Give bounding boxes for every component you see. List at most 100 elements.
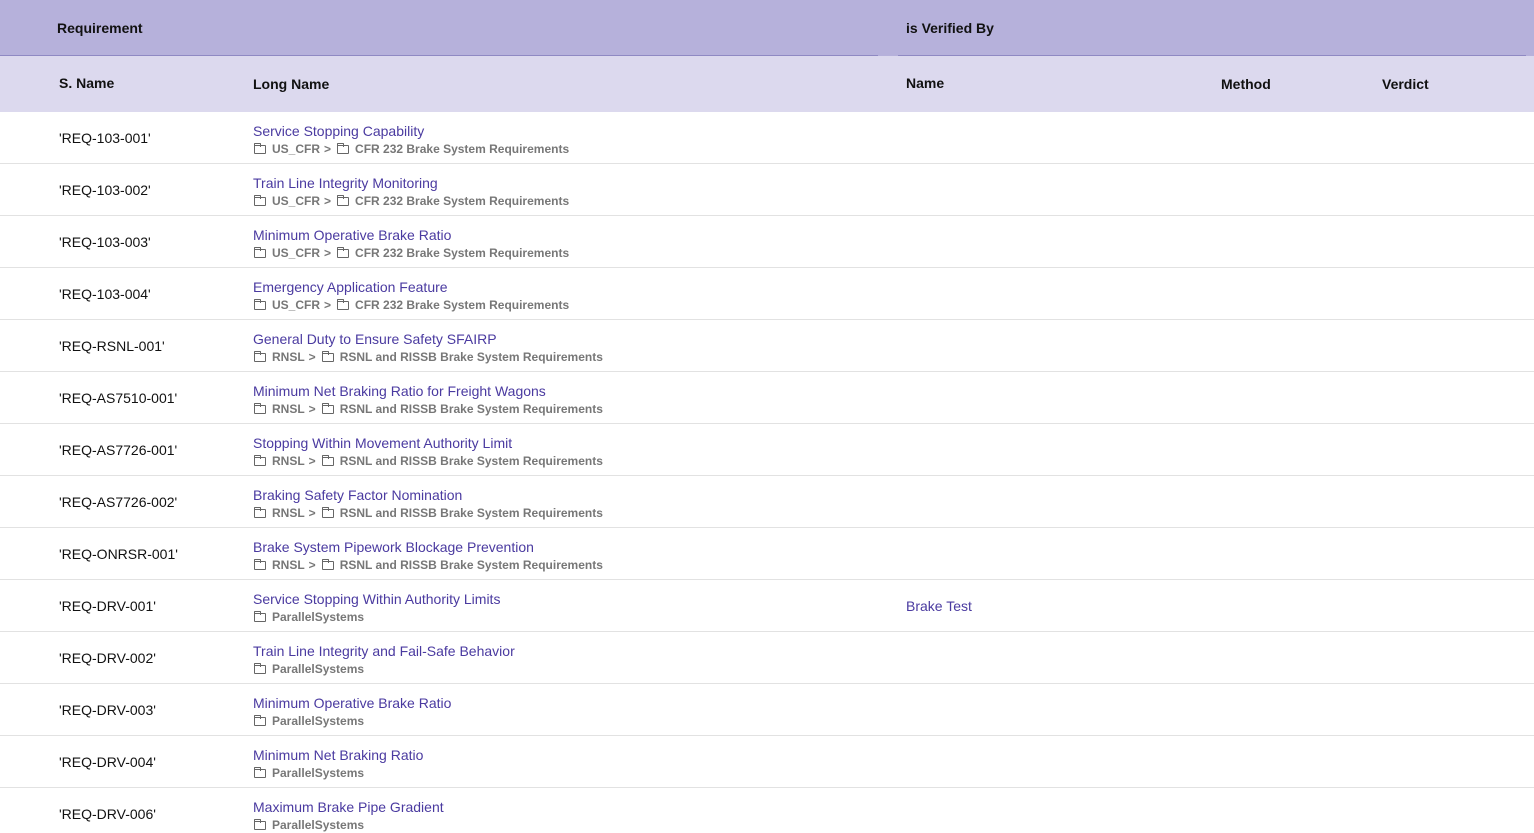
- folder-icon: [253, 506, 266, 518]
- column-header-name[interactable]: Name: [906, 75, 944, 91]
- column-header-long-name[interactable]: Long Name: [253, 76, 329, 92]
- requirement-short-name: 'REQ-103-004': [59, 286, 151, 302]
- path-separator: >: [308, 402, 316, 416]
- folder-icon: [253, 610, 266, 622]
- requirement-folder-path: US_CFR > CFR 232 Brake System Requirements: [253, 246, 570, 260]
- folder-icon: [253, 766, 266, 778]
- path-segment: RNSL: [272, 402, 305, 416]
- path-segment: ParallelSystems: [272, 818, 365, 832]
- table-row[interactable]: 'REQ-DRV-004' Minimum Net Braking Ratio Pa…: [0, 736, 1534, 788]
- requirement-long-name-link[interactable]: Emergency Application Feature: [253, 279, 448, 295]
- path-segment: ParallelSystems: [272, 662, 365, 676]
- path-segment: RNSL: [272, 506, 305, 520]
- path-segment: RSNL and RISSB Brake System Requirements: [339, 506, 603, 520]
- requirement-short-name: 'REQ-103-003': [59, 234, 151, 250]
- folder-icon: [321, 506, 334, 518]
- requirement-folder-path: RNSL > RSNL and RISSB Brake System Require…: [253, 350, 603, 364]
- table-row[interactable]: 'REQ-AS7510-001' Minimum Net Braking Rati…: [0, 372, 1534, 424]
- requirement-short-name: 'REQ-103-002': [59, 182, 151, 198]
- table-row[interactable]: 'REQ-103-001' Service Stopping Capability…: [0, 112, 1534, 164]
- requirement-short-name: 'REQ-ONRSR-001': [59, 546, 178, 562]
- path-segment: ParallelSystems: [272, 766, 365, 780]
- folder-icon: [321, 558, 334, 570]
- path-separator: >: [308, 506, 316, 520]
- requirement-folder-path: RNSL > RSNL and RISSB Brake System Require…: [253, 454, 603, 468]
- requirement-long-name-link[interactable]: Minimum Operative Brake Ratio: [253, 227, 451, 243]
- path-segment: CFR 232 Brake System Requirements: [355, 298, 570, 312]
- path-separator: >: [324, 298, 332, 312]
- table-row[interactable]: 'REQ-103-003' Minimum Operative Brake Rat…: [0, 216, 1534, 268]
- requirement-short-name: 'REQ-RSNL-001': [59, 338, 165, 354]
- path-separator: >: [324, 194, 332, 208]
- path-segment: RSNL and RISSB Brake System Requirements: [339, 454, 603, 468]
- requirement-folder-path: US_CFR > CFR 232 Brake System Requirements: [253, 142, 569, 156]
- requirement-long-name-link[interactable]: Maximum Brake Pipe Gradient: [253, 799, 444, 815]
- requirement-short-name: 'REQ-DRV-001': [59, 598, 156, 614]
- table-row[interactable]: 'REQ-DRV-006' Maximum Brake Pipe Gradient…: [0, 788, 1534, 833]
- requirement-long-name-link[interactable]: Brake System Pipework Blockage Preventio…: [253, 539, 534, 555]
- requirement-short-name: 'REQ-AS7726-001': [59, 442, 178, 458]
- table-row[interactable]: 'REQ-RSNL-001' General Duty to Ensure Saf…: [0, 320, 1534, 372]
- path-segment: CFR 232 Brake System Requirements: [355, 246, 570, 260]
- requirement-long-name-link[interactable]: Stopping Within Movement Authority Limit: [253, 435, 512, 451]
- requirement-short-name: 'REQ-103-001': [59, 130, 151, 146]
- requirement-folder-path: US_CFR > CFR 232 Brake System Requirements: [253, 298, 570, 312]
- requirement-long-name-link[interactable]: Service Stopping Capability: [253, 123, 424, 139]
- column-header-method[interactable]: Method: [1221, 76, 1271, 92]
- requirement-folder-path: ParallelSystems: [253, 662, 365, 676]
- path-segment: RNSL: [272, 454, 305, 468]
- requirement-long-name-link[interactable]: Service Stopping Within Authority Limits: [253, 591, 500, 607]
- folder-icon: [336, 246, 350, 258]
- folder-icon: [253, 194, 266, 206]
- table-row[interactable]: 'REQ-AS7726-001' Stopping Within Movement…: [0, 424, 1534, 476]
- folder-icon: [253, 298, 266, 310]
- folder-icon: [321, 454, 334, 466]
- requirement-folder-path: RNSL > RSNL and RISSB Brake System Require…: [253, 558, 603, 572]
- verified-by-group-header: is Verified By: [906, 20, 994, 36]
- path-separator: >: [308, 558, 316, 572]
- path-separator: >: [308, 454, 316, 468]
- column-header-s-name[interactable]: S. Name: [59, 75, 114, 91]
- path-segment: CFR 232 Brake System Requirements: [355, 194, 570, 208]
- path-separator: >: [324, 246, 332, 260]
- path-segment: RSNL and RISSB Brake System Requirements: [339, 350, 603, 364]
- group-header-row: Requirement is Verified By: [0, 0, 1534, 56]
- requirement-folder-path: RNSL > RSNL and RISSB Brake System Require…: [253, 402, 603, 416]
- table-row[interactable]: 'REQ-103-004' Emergency Application Featu…: [0, 268, 1534, 320]
- requirement-long-name-link[interactable]: Minimum Net Braking Ratio: [253, 747, 423, 763]
- requirement-short-name: 'REQ-DRV-003': [59, 702, 156, 718]
- table-row[interactable]: 'REQ-DRV-003' Minimum Operative Brake Rat…: [0, 684, 1534, 736]
- requirement-long-name-link[interactable]: Train Line Integrity Monitoring: [253, 175, 438, 191]
- path-segment: RSNL and RISSB Brake System Requirements: [339, 558, 603, 572]
- table-row[interactable]: 'REQ-103-002' Train Line Integrity Monito…: [0, 164, 1534, 216]
- requirements-table-body: 'REQ-103-001' Service Stopping Capability…: [0, 112, 1534, 833]
- verified-by-link[interactable]: Brake Test: [906, 598, 972, 614]
- table-row[interactable]: 'REQ-AS7726-002' Braking Safety Factor No…: [0, 476, 1534, 528]
- path-segment: US_CFR: [272, 298, 321, 312]
- requirement-long-name-link[interactable]: Minimum Net Braking Ratio for Freight Wa…: [253, 383, 546, 399]
- column-header-verdict[interactable]: Verdict: [1382, 76, 1429, 92]
- requirement-short-name: 'REQ-AS7510-001': [59, 390, 178, 406]
- requirement-folder-path: ParallelSystems: [253, 610, 364, 624]
- requirement-group-header: Requirement: [57, 20, 143, 36]
- folder-icon: [253, 246, 266, 258]
- path-segment: US_CFR: [272, 246, 321, 260]
- requirement-folder-path: US_CFR > CFR 232 Brake System Requirements: [253, 194, 570, 208]
- table-row[interactable]: 'REQ-DRV-002' Train Line Integrity and Fa…: [0, 632, 1534, 684]
- requirement-long-name-link[interactable]: Braking Safety Factor Nomination: [253, 487, 462, 503]
- requirement-short-name: 'REQ-DRV-006': [59, 806, 156, 822]
- requirement-long-name-link[interactable]: General Duty to Ensure Safety SFAIRP: [253, 331, 497, 347]
- requirement-long-name-link[interactable]: Minimum Operative Brake Ratio: [253, 695, 451, 711]
- path-segment: RNSL: [272, 558, 305, 572]
- requirement-short-name: 'REQ-AS7726-002': [59, 494, 178, 510]
- requirement-long-name-link[interactable]: Train Line Integrity and Fail-Safe Behav…: [253, 643, 515, 659]
- folder-icon: [321, 350, 334, 362]
- folder-icon: [253, 142, 266, 154]
- folder-icon: [253, 818, 266, 830]
- requirement-short-name: 'REQ-DRV-004': [59, 754, 156, 770]
- path-segment: RSNL and RISSB Brake System Requirements: [339, 402, 603, 416]
- table-row[interactable]: 'REQ-ONRSR-001' Brake System Pipework Blo…: [0, 528, 1534, 580]
- table-row[interactable]: 'REQ-DRV-001' Service Stopping Within Aut…: [0, 580, 1534, 632]
- folder-icon: [253, 662, 266, 674]
- path-segment: ParallelSystems: [272, 714, 365, 728]
